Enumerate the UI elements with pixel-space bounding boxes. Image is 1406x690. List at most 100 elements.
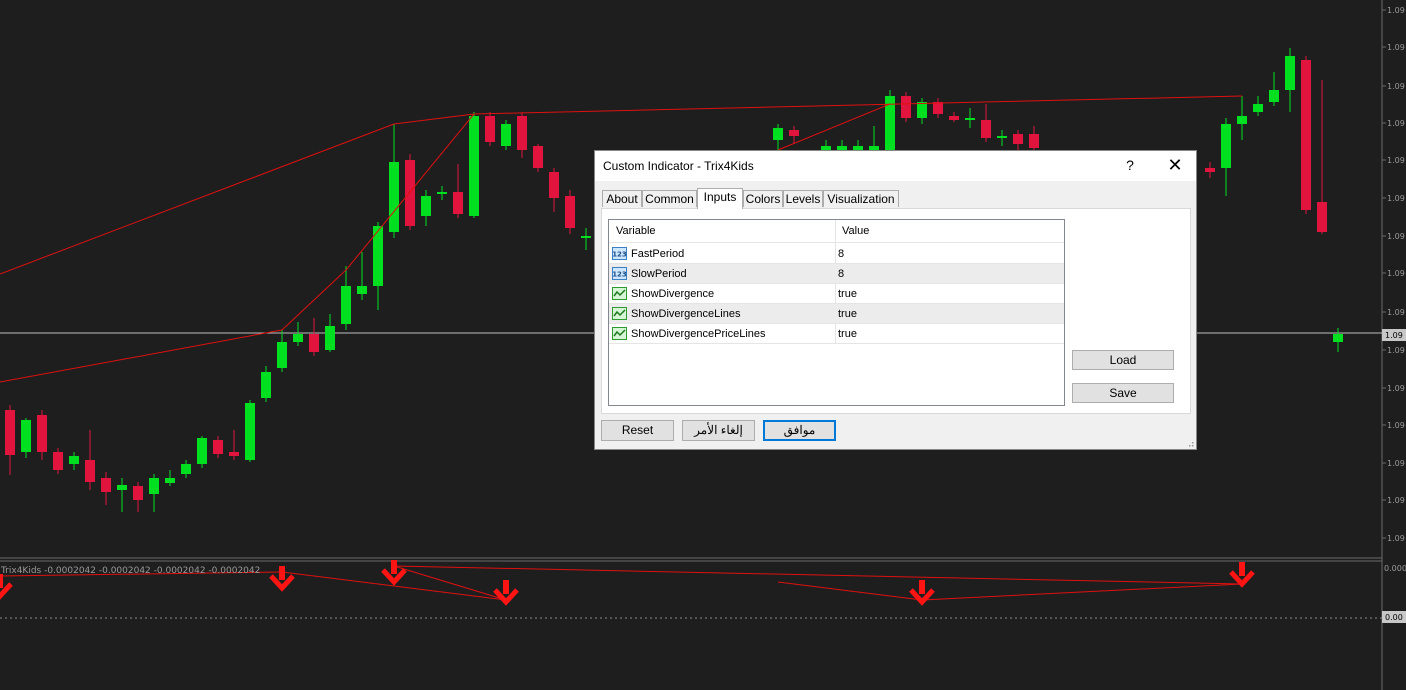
candle-body [421,196,431,216]
candle-body [1301,60,1311,210]
tab-colors[interactable]: Colors [743,190,783,207]
close-icon[interactable]: ✕ [1164,155,1186,175]
grid-header: Variable Value [609,220,1064,243]
candle-body [293,334,303,342]
candle-body [85,460,95,482]
param-row[interactable]: ShowDivergencePriceLines true [609,324,1064,344]
help-icon[interactable]: ? [1120,155,1140,175]
param-row[interactable]: 123 FastPeriod 8 [609,244,1064,264]
svg-text:123: 123 [612,251,627,259]
dialog-title-bar[interactable]: Custom Indicator - Trix4Kids ? ✕ [595,151,1196,181]
candle-body [533,146,543,168]
param-name: ShowDivergencePriceLines [631,328,766,340]
candle-body [1317,202,1327,232]
dialog-title: Custom Indicator - Trix4Kids [603,159,754,173]
parameters-grid[interactable]: Variable Value 123 FastPeriod 8 123 Slow… [608,219,1065,406]
ok-button[interactable]: موافق [763,420,836,441]
candle-body [773,128,783,140]
price-tick-label: 1.09 [1387,346,1405,355]
candle-body [5,410,15,455]
candle-body [981,120,991,138]
save-button[interactable]: Save [1072,383,1174,403]
candle-body [789,130,799,136]
column-variable[interactable]: Variable [616,225,656,237]
candle-body [53,452,63,470]
candle-body [549,172,559,198]
price-tick-label: 1.09 [1387,6,1405,15]
down-arrow-icon [0,574,3,588]
price-tick-label: 1.09 [1387,156,1405,165]
current-price-tag: 1.09 [1385,331,1403,340]
candle-body [901,96,911,118]
param-row[interactable]: 123 SlowPeriod 8 [609,264,1064,284]
boolean-icon [612,307,627,320]
param-value[interactable]: 8 [838,248,844,260]
price-tick-label: 1.09 [1387,421,1405,430]
candle-body [245,403,255,460]
svg-text:123: 123 [612,271,627,279]
candle-body [357,286,367,294]
candle-body [1221,124,1231,168]
tab-about[interactable]: About [602,190,642,207]
param-value[interactable]: true [838,328,857,340]
candle-body [965,118,975,120]
candle-body [1237,116,1247,124]
param-name: FastPeriod [631,248,685,260]
param-name: ShowDivergence [631,288,715,300]
candle-body [133,486,143,500]
candle-body [405,160,415,226]
candle-body [1013,134,1023,144]
candle-body [469,116,479,216]
candle-body [389,162,399,232]
column-value[interactable]: Value [842,225,869,237]
down-arrow-icon [919,580,925,594]
load-button[interactable]: Load [1072,350,1174,370]
candle-body [485,116,495,142]
tab-visualization[interactable]: Visualization [823,190,899,207]
down-arrow-icon [279,566,285,580]
candle-body [1333,334,1343,342]
candle-body [1205,168,1215,172]
tab-inputs[interactable]: Inputs [697,188,743,209]
price-tick-label: 1.09 [1387,119,1405,128]
candle-body [165,478,175,483]
indicator-tick: 0.000 [1384,564,1406,573]
boolean-icon [612,327,627,340]
param-row[interactable]: ShowDivergence true [609,284,1064,304]
candle-body [213,440,223,454]
param-value[interactable]: true [838,308,857,320]
candle-body [149,478,159,494]
candle-body [197,438,207,464]
candle-body [1253,104,1263,112]
down-arrow-icon [391,560,397,574]
candle-body [517,116,527,150]
indicator-label: Trix4Kids -0.0002042 -0.0002042 -0.00020… [0,566,260,576]
price-tick-label: 1.09 [1387,43,1405,52]
candle-body [1285,56,1295,90]
tab-levels[interactable]: Levels [783,190,823,207]
candle-body [309,334,319,352]
param-row[interactable]: ShowDivergenceLines true [609,304,1064,324]
candle-body [501,124,511,146]
cancel-button[interactable]: إلغاء الأمر [682,420,755,441]
candle-body [1269,90,1279,102]
tab-common[interactable]: Common [642,190,697,207]
candle-body [69,456,79,464]
price-tick-label: 1.09 [1387,459,1405,468]
boolean-icon [612,287,627,300]
number-icon: 123 [612,267,627,280]
param-value[interactable]: 8 [838,268,844,280]
param-value[interactable]: true [838,288,857,300]
reset-button[interactable]: Reset [601,420,674,441]
price-tick-label: 1.09 [1387,232,1405,241]
candle-body [949,116,959,120]
candle-body [341,286,351,324]
candle-body [229,452,239,456]
candle-body [437,192,447,194]
candle-body [37,415,47,452]
resize-grip-icon[interactable] [1186,439,1194,447]
candle-body [1029,134,1039,148]
candle-body [117,485,127,490]
candle-body [581,236,591,238]
down-arrow-icon [1239,562,1245,576]
